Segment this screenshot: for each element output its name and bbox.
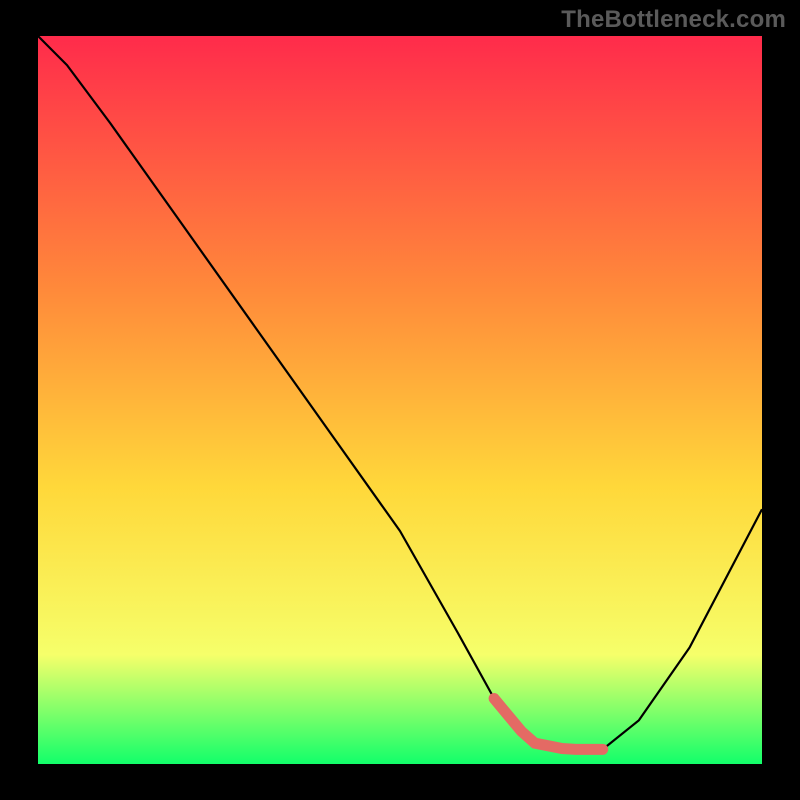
plot-svg [0,0,800,800]
plot-background [38,36,762,764]
chart-frame: TheBottleneck.com [0,0,800,800]
